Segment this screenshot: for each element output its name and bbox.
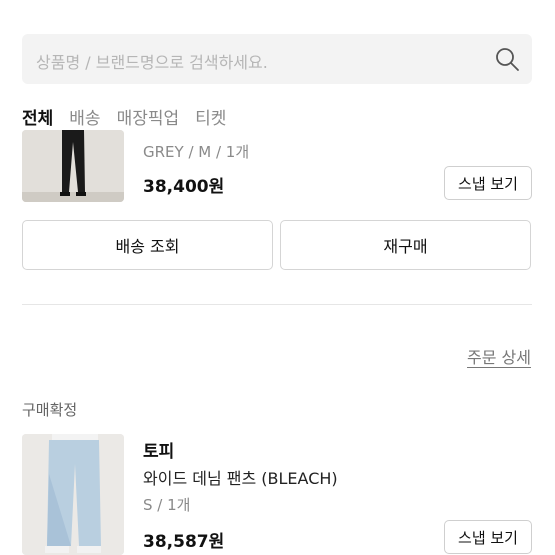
product-image-1[interactable] [22,130,124,202]
tab-delivery[interactable]: 배송 [69,104,100,129]
product-photo-trousers [22,130,124,202]
order-divider [22,304,532,305]
order2-option: S / 1개 [143,496,191,514]
order2-brand[interactable]: 토피 [143,437,174,462]
tab-store-pickup[interactable]: 매장픽업 [117,104,180,129]
search-bar[interactable]: 상품명 / 브랜드명으로 검색하세요. [22,34,532,84]
filter-tabs: 전체 배송 매장픽업 티켓 [22,104,242,129]
order2-product-name[interactable]: 와이드 데님 팬츠 (BLEACH) [143,465,338,489]
order1-price: 38,400원 [143,177,225,197]
snap-view-button-1[interactable]: 스냅 보기 [444,166,532,200]
order2-price: 38,587원 [143,532,225,552]
product-image-2[interactable] [22,434,124,555]
order2-status: 구매확정 [22,401,78,419]
tab-ticket[interactable]: 티켓 [195,104,226,129]
search-icon[interactable] [494,46,520,72]
shipping-track-button[interactable]: 배송 조회 [22,220,273,270]
snap-view-button-2[interactable]: 스냅 보기 [444,520,532,554]
tab-all[interactable]: 전체 [22,104,53,129]
product-photo-jeans [22,434,124,555]
order-detail-link[interactable]: 주문 상세 [467,344,531,368]
search-input[interactable]: 상품명 / 브랜드명으로 검색하세요. [36,49,268,73]
order1-option: GREY / M / 1개 [143,143,250,161]
rebuy-button[interactable]: 재구매 [280,220,531,270]
